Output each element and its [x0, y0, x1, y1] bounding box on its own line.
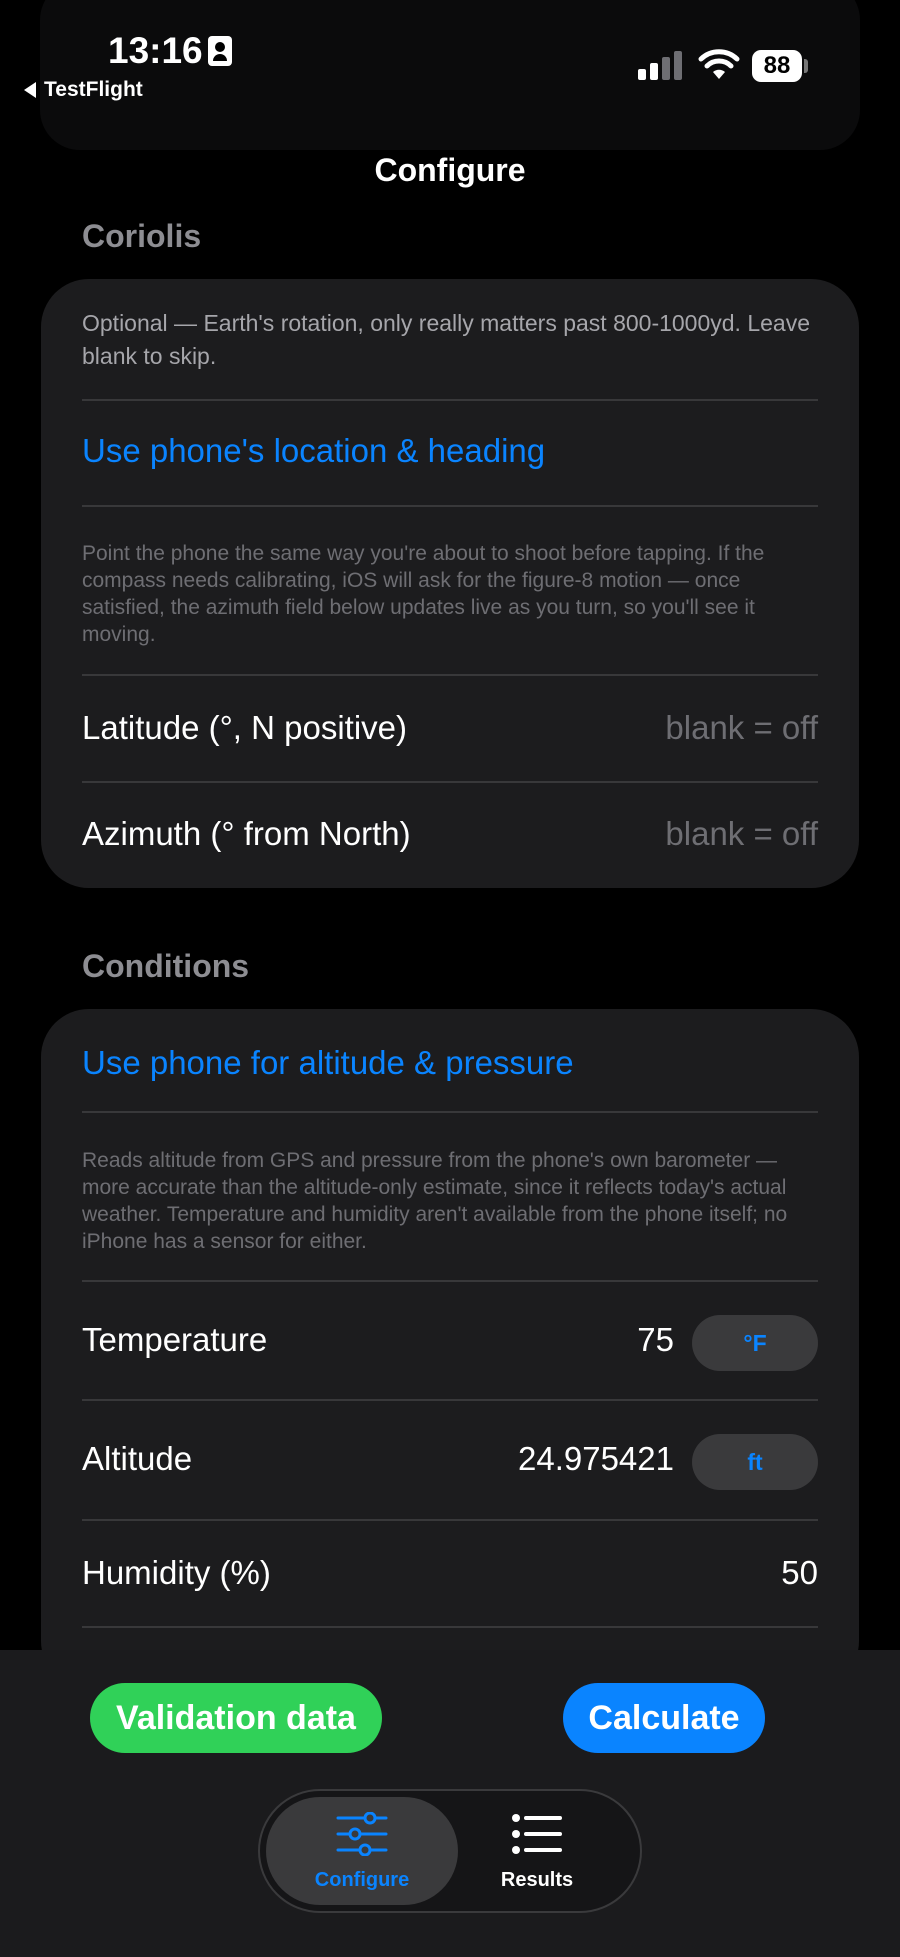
sliders-icon	[335, 1811, 389, 1857]
divider	[82, 1280, 818, 1282]
coriolis-section-header: Coriolis	[82, 218, 202, 254]
validation-data-button[interactable]: Validation data	[90, 1683, 382, 1753]
use-phone-altitude-pressure-button[interactable]: Use phone for altitude & pressure	[82, 1044, 574, 1082]
temperature-label: Temperature	[82, 1321, 268, 1358]
azimuth-label: Azimuth (° from North)	[82, 815, 411, 852]
tab-configure-label: Configure	[314, 1869, 410, 1891]
battery-tip	[804, 59, 808, 73]
list-icon	[510, 1812, 564, 1856]
back-arrow-icon	[24, 82, 36, 98]
conditions-section-header: Conditions	[82, 948, 250, 984]
azimuth-field[interactable]: blank = off	[665, 815, 818, 853]
temperature-unit-button[interactable]: °F	[692, 1315, 818, 1371]
latitude-label: Latitude (°, N positive)	[82, 709, 408, 746]
humidity-field[interactable]: 50	[781, 1554, 818, 1592]
back-to-app-link[interactable]: TestFlight	[24, 78, 143, 102]
status-bar: 13:16 TestFlight 88	[0, 0, 900, 130]
back-app-label: TestFlight	[44, 78, 143, 101]
calculate-button[interactable]: Calculate	[563, 1683, 765, 1753]
divider	[82, 781, 818, 783]
battery-icon: 88	[752, 50, 802, 82]
cellular-signal-icon	[638, 50, 684, 80]
conditions-footnote: Reads altitude from GPS and pressure fro…	[82, 1149, 788, 1253]
divider	[82, 674, 818, 676]
tab-configure[interactable]: Configure	[266, 1811, 458, 1892]
divider	[82, 505, 818, 507]
humidity-label: Humidity (%)	[82, 1554, 271, 1591]
divider	[82, 1519, 818, 1521]
tab-results[interactable]: Results	[441, 1812, 633, 1892]
page-title: Configure	[374, 152, 526, 188]
altitude-unit-button[interactable]: ft	[692, 1434, 818, 1490]
coriolis-footnote: Point the phone the same way you're abou…	[82, 542, 765, 646]
temperature-field[interactable]: 75	[637, 1321, 674, 1359]
conditions-card: Use phone for altitude & pressure Reads …	[41, 1009, 859, 1689]
coriolis-description: Optional — Earth's rotation, only really…	[82, 310, 811, 369]
divider	[82, 1626, 818, 1628]
divider	[82, 1399, 818, 1401]
wifi-icon	[698, 49, 740, 79]
divider	[82, 399, 818, 401]
use-location-heading-button[interactable]: Use phone's location & heading	[82, 432, 545, 470]
coriolis-card: Optional — Earth's rotation, only really…	[41, 279, 859, 888]
divider	[82, 1111, 818, 1113]
altitude-field[interactable]: 24.975421	[518, 1440, 674, 1478]
status-time: 13:16	[108, 30, 203, 71]
tab-results-label: Results	[500, 1869, 574, 1891]
altitude-label: Altitude	[82, 1440, 193, 1477]
latitude-field[interactable]: blank = off	[665, 709, 818, 747]
contact-card-icon	[208, 36, 232, 66]
